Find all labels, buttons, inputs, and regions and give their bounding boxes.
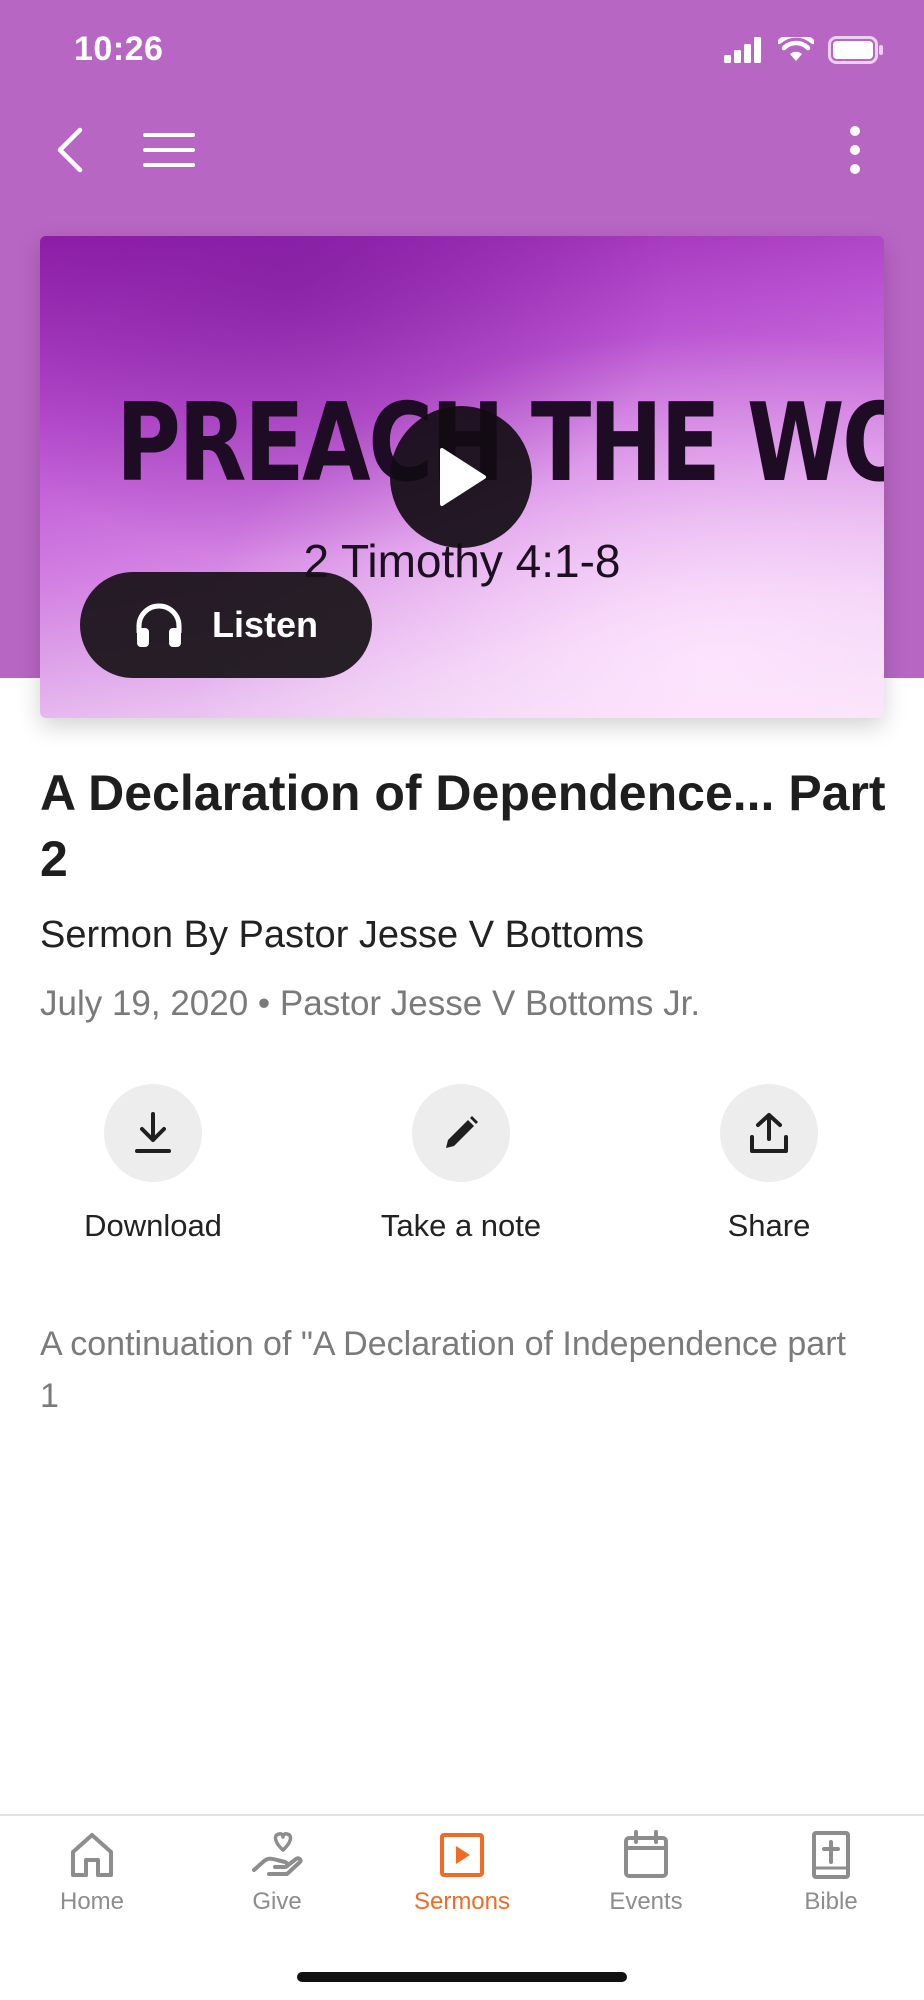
headphones-icon [136, 603, 182, 647]
sermon-meta: July 19, 2020 • Pastor Jesse V Bottoms J… [40, 984, 701, 1023]
calendar-icon [624, 1830, 668, 1878]
sermon-title: A Declaration of Dependence... Part 2 [40, 765, 886, 887]
download-label: Download [84, 1208, 222, 1243]
tab-sermons[interactable]: Sermons [392, 1830, 532, 1916]
download-circle [104, 1084, 202, 1182]
take-note-label: Take a note [380, 1208, 542, 1243]
tab-give[interactable]: Give [207, 1830, 347, 1916]
listen-label: Listen [212, 604, 319, 645]
share-label: Share [727, 1208, 811, 1243]
share-button[interactable]: Share [649, 1084, 889, 1244]
action-row: Download Take a note Share [0, 1084, 924, 1254]
take-note-circle [412, 1084, 510, 1182]
tab-sermons-label: Sermons [413, 1888, 511, 1915]
bible-icon [812, 1831, 850, 1879]
back-button[interactable] [40, 110, 100, 190]
sermon-subtitle: Sermon By Pastor Jesse V Bottoms [40, 914, 645, 956]
signal-icon [724, 37, 761, 63]
wifi-icon [778, 37, 814, 61]
status-bar: 10:26 [0, 0, 924, 100]
download-button[interactable]: Download [33, 1084, 273, 1244]
menu-button[interactable] [134, 110, 204, 190]
status-time: 10:26 [74, 30, 164, 68]
sermon-description: A continuation of "A Declaration of Inde… [40, 1325, 846, 1415]
tab-bible[interactable]: Bible [761, 1830, 901, 1916]
home-indicator[interactable] [297, 1972, 627, 1982]
home-icon [71, 1833, 113, 1877]
download-icon [135, 1112, 171, 1153]
share-icon [750, 1113, 788, 1153]
give-icon [252, 1832, 303, 1876]
battery-icon [828, 36, 883, 64]
tab-events[interactable]: Events [576, 1830, 716, 1916]
tab-bible-label: Bible [804, 1888, 858, 1915]
tab-events-label: Events [609, 1888, 683, 1915]
nav-bar [0, 110, 924, 190]
tab-home[interactable]: Home [22, 1830, 162, 1916]
status-icons [724, 36, 884, 64]
sermon-artwork: PREACH THE WORD 2 Timothy 4:1-8 Listen [40, 236, 884, 718]
listen-button[interactable]: Listen [80, 572, 372, 678]
pencil-icon [446, 1116, 478, 1148]
share-circle [720, 1084, 818, 1182]
back-chevron-icon [57, 127, 83, 173]
more-vertical-icon [850, 126, 860, 174]
take-note-button[interactable]: Take a note [341, 1084, 581, 1244]
play-icon [440, 448, 486, 506]
more-options-button[interactable] [830, 110, 880, 190]
tab-give-label: Give [252, 1888, 302, 1915]
play-video-button[interactable] [390, 406, 532, 548]
hamburger-menu-icon [143, 133, 195, 167]
sermons-icon [440, 1833, 484, 1877]
tab-home-label: Home [59, 1888, 125, 1915]
